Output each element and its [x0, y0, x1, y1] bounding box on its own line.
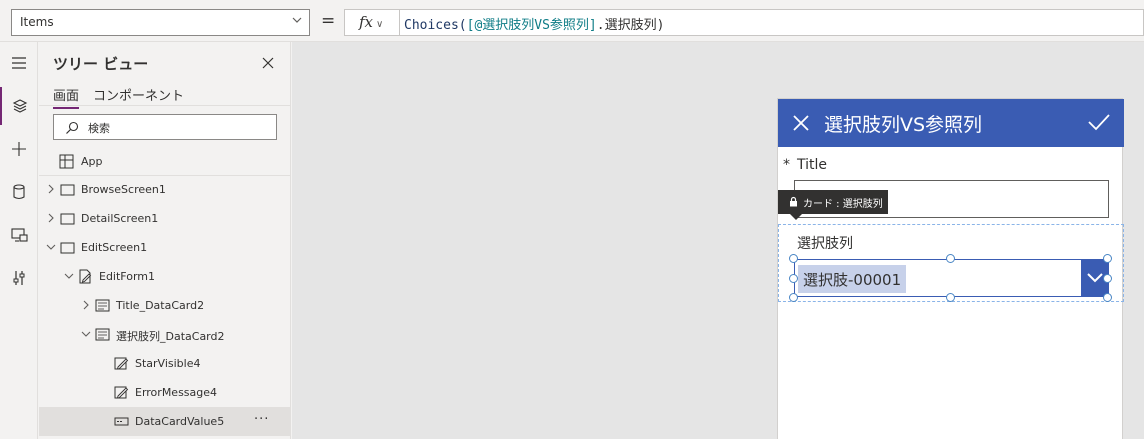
- resize-handle[interactable]: [789, 254, 798, 263]
- screen-icon: [60, 211, 75, 226]
- search-input[interactable]: 検索: [53, 114, 277, 140]
- layers-icon[interactable]: [0, 87, 38, 125]
- tab-components[interactable]: コンポーネント: [93, 85, 184, 104]
- tree-item-label: App: [81, 155, 103, 168]
- tree-item-label: DataCardValue5: [135, 415, 225, 428]
- card-icon: [95, 327, 110, 342]
- tree-view-title: ツリー ビュー: [53, 55, 149, 73]
- chevron-down-icon[interactable]: [64, 271, 74, 281]
- tree-item-errormessage4[interactable]: ErrorMessage4: [39, 378, 291, 407]
- divider: [39, 105, 291, 106]
- resize-handle[interactable]: [946, 254, 955, 263]
- chevron-down-icon: ∨: [376, 19, 384, 30]
- tree-item-editform1[interactable]: EditForm1: [39, 262, 291, 291]
- fx-button[interactable]: fx ∨: [344, 9, 399, 36]
- screen-icon: [60, 240, 75, 255]
- formula-bar: Items = fx ∨ Choices([@選択肢列VS参照列].選択肢列): [0, 0, 1144, 42]
- formula-input[interactable]: Choices([@選択肢列VS参照列].選択肢列): [399, 9, 1144, 36]
- tree-item-starvisible4[interactable]: StarVisible4: [39, 349, 291, 378]
- card-tooltip-text: カード : 選択肢列: [803, 199, 883, 210]
- edit-text-icon: [114, 385, 129, 400]
- app-header-title: 選択肢列VS参照列: [824, 114, 983, 136]
- app-preview-screen: 選択肢列VS参照列 * Title カード : 選択肢列 選択肢列 選択肢-00…: [777, 98, 1124, 439]
- tree-item-label: StarVisible4: [135, 357, 201, 370]
- choice-field-label: 選択肢列: [797, 236, 853, 252]
- lock-icon: [789, 196, 798, 210]
- resize-handle[interactable]: [1103, 274, 1112, 283]
- fx-icon: fx: [359, 13, 374, 31]
- combobox-icon: [114, 414, 129, 429]
- formula-reference: [@選択肢列VS参照列]: [466, 18, 597, 33]
- formula-function: Choices(: [404, 18, 467, 33]
- form-icon: [78, 269, 93, 284]
- chevron-down-icon[interactable]: [46, 242, 56, 252]
- formula-field: .選択肢列): [596, 18, 665, 33]
- chevron-right-icon[interactable]: [81, 300, 91, 310]
- choice-combobox[interactable]: 選択肢-00001: [794, 259, 1109, 297]
- more-options-icon[interactable]: ···: [254, 412, 269, 427]
- card-tooltip: カード : 選択肢列: [778, 190, 888, 214]
- required-star: *: [783, 157, 790, 173]
- property-dropdown-value: Items: [20, 15, 54, 29]
- resize-handle[interactable]: [789, 293, 798, 302]
- tree-item-label: EditForm1: [99, 270, 156, 283]
- resize-handle[interactable]: [1103, 293, 1112, 302]
- app-header: 選択肢列VS参照列: [778, 99, 1124, 147]
- property-dropdown[interactable]: Items: [11, 9, 310, 36]
- canvas: 選択肢列VS参照列 * Title カード : 選択肢列 選択肢列 選択肢-00…: [292, 42, 1144, 439]
- combobox-selected-value[interactable]: 選択肢-00001: [798, 265, 907, 293]
- search-icon: [65, 120, 79, 139]
- tree-item-choice-datacard2[interactable]: 選択肢列_DataCard2: [39, 320, 291, 349]
- card-icon: [95, 298, 110, 313]
- chevron-right-icon[interactable]: [46, 213, 56, 223]
- tree-item-label: BrowseScreen1: [81, 183, 166, 196]
- tooltip-arrow: [790, 214, 802, 220]
- tree-item-detailscreen1[interactable]: DetailScreen1: [39, 204, 291, 233]
- hamburger-menu-icon[interactable]: [0, 44, 38, 82]
- tree-item-editscreen1[interactable]: EditScreen1: [39, 233, 291, 262]
- tree-item-browsescreen1[interactable]: BrowseScreen1: [39, 175, 291, 204]
- search-placeholder: 検索: [88, 122, 110, 135]
- tree-item-app[interactable]: App: [39, 147, 291, 176]
- media-icon[interactable]: [0, 216, 38, 254]
- tree-item-label: EditScreen1: [81, 241, 148, 254]
- tree-item-label: 選択肢列_DataCard2: [116, 330, 225, 343]
- chevron-down-icon: [291, 14, 303, 29]
- close-icon[interactable]: [792, 114, 810, 136]
- plus-icon[interactable]: [0, 130, 38, 168]
- screen-icon: [60, 182, 75, 197]
- close-icon[interactable]: [261, 55, 275, 69]
- tools-icon[interactable]: [0, 259, 38, 297]
- tree-item-title-datacard2[interactable]: Title_DataCard2: [39, 291, 291, 320]
- tree-item-datacardvalue5[interactable]: DataCardValue5 ···: [39, 407, 291, 436]
- app-icon: [59, 154, 74, 169]
- database-icon[interactable]: [0, 173, 38, 211]
- tree-item-label: ErrorMessage4: [135, 386, 218, 399]
- equals-sign: =: [321, 11, 336, 31]
- checkmark-icon[interactable]: [1088, 113, 1110, 135]
- left-rail: [0, 42, 38, 439]
- tree-item-label: DetailScreen1: [81, 212, 159, 225]
- resize-handle[interactable]: [1103, 254, 1112, 263]
- resize-handle[interactable]: [946, 293, 955, 302]
- chevron-down-icon: [1087, 273, 1103, 283]
- tree-item-label: Title_DataCard2: [116, 299, 205, 312]
- title-field-label: Title: [797, 157, 828, 173]
- chevron-down-icon[interactable]: [81, 329, 91, 339]
- resize-handle[interactable]: [789, 274, 798, 283]
- chevron-right-icon[interactable]: [46, 184, 56, 194]
- tree-view-panel: ツリー ビュー 画面 コンポーネント 検索 App BrowseScreen1 …: [39, 42, 291, 439]
- edit-text-icon: [114, 356, 129, 371]
